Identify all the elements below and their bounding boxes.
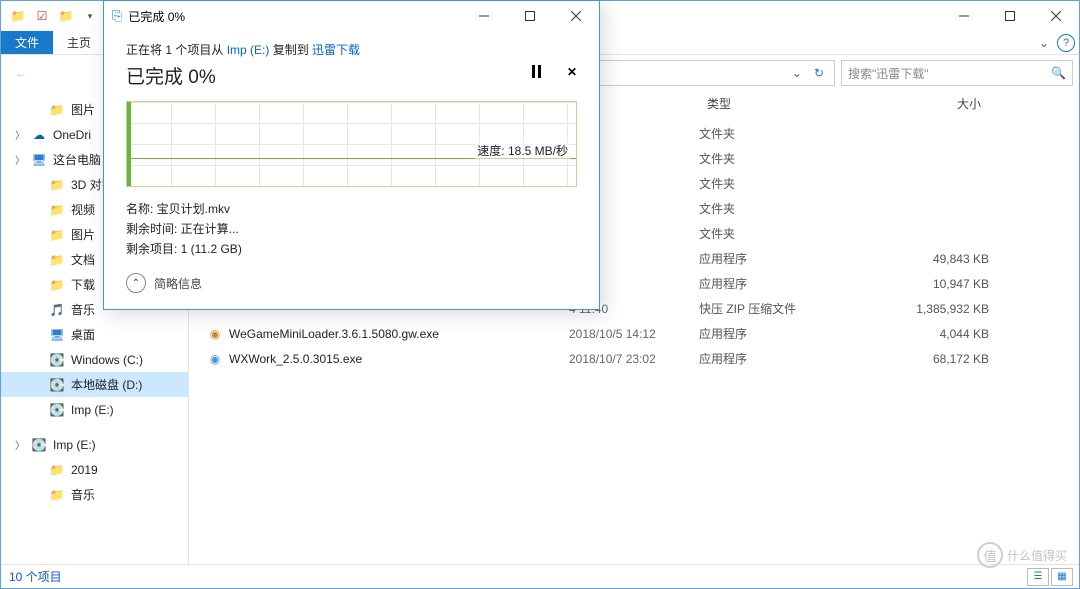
speed-graph: 速度: 18.5 MB/秒 (126, 101, 577, 187)
watermark-icon: 值 (977, 542, 1003, 568)
dialog-minimize-button[interactable] (461, 1, 507, 31)
speed-label: 速度: 18.5 MB/秒 (475, 142, 570, 159)
tree-item[interactable]: 📁音乐 (1, 482, 188, 507)
source-link[interactable]: Imp (E:) (227, 43, 270, 57)
dialog-titlebar[interactable]: ⎘ 已完成 0% (104, 1, 599, 31)
status-bar: 10 个项目 ☰ ▦ (1, 564, 1079, 588)
minimize-button[interactable] (941, 1, 987, 31)
time-remaining: 正在计算... (181, 222, 239, 236)
search-input[interactable]: 搜索"迅雷下载" 🔍 (841, 60, 1073, 86)
dialog-close-button[interactable] (553, 1, 599, 31)
tree-item[interactable]: 💽Windows (C:) (1, 347, 188, 372)
tree-item[interactable]: 🖥桌面 (1, 322, 188, 347)
maximize-button[interactable] (987, 1, 1033, 31)
list-row[interactable]: ◉WXWork_2.5.0.3015.exe2018/10/7 23:02应用程… (189, 346, 1079, 371)
copy-dialog: ⎘ 已完成 0% 正在将 1 个项目从 Imp (E:) 复制到 迅雷下载 已完… (103, 0, 600, 310)
qat-checkbox-icon[interactable]: ☑ (31, 5, 53, 27)
cancel-button[interactable]: ✕ (567, 65, 577, 81)
ribbon-tab-file[interactable]: 文件 (1, 31, 53, 54)
ribbon-tab-home[interactable]: 主页 (53, 31, 105, 54)
dialog-title: 已完成 0% (128, 8, 455, 25)
refresh-icon[interactable]: ↻ (808, 66, 830, 80)
close-button[interactable] (1033, 1, 1079, 31)
chevron-up-icon: ⌃ (126, 273, 146, 293)
folder-icon: 📁 (7, 5, 29, 27)
copy-description: 正在将 1 个项目从 Imp (E:) 复制到 迅雷下载 (126, 41, 577, 58)
address-dropdown-icon[interactable]: ⌄ (786, 66, 808, 80)
nav-back-button[interactable]: ← (7, 59, 35, 87)
column-type[interactable]: 类型 (699, 95, 839, 112)
watermark-text: 什么值得买 (1007, 547, 1067, 564)
view-details-button[interactable]: ☰ (1027, 568, 1049, 586)
search-placeholder: 搜索"迅雷下载" (848, 65, 1051, 82)
items-remaining: 1 (11.2 GB) (181, 242, 242, 256)
list-row[interactable]: ◉WeGameMiniLoader.3.6.1.5080.gw.exe2018/… (189, 321, 1079, 346)
dialog-maximize-button[interactable] (507, 1, 553, 31)
tree-item[interactable]: 💽本地磁盘 (D:) (1, 372, 188, 397)
copy-details: 名称: 宝贝计划.mkv 剩余时间: 正在计算... 剩余项目: 1 (11.2… (126, 199, 577, 259)
tree-item[interactable]: 💽Imp (E:) (1, 397, 188, 422)
copy-icon: ⎘ (112, 8, 122, 24)
file-name: 宝贝计划.mkv (157, 202, 230, 216)
view-icons-button[interactable]: ▦ (1051, 568, 1073, 586)
pause-button[interactable] (532, 65, 541, 81)
more-details-toggle[interactable]: ⌃ 简略信息 (126, 273, 577, 293)
qat-overflow-icon[interactable]: ▾ (79, 5, 101, 27)
tree-item[interactable]: 📁2019 (1, 457, 188, 482)
search-icon[interactable]: 🔍 (1051, 66, 1066, 80)
dest-link[interactable]: 迅雷下载 (312, 43, 360, 57)
tree-item[interactable]: 〉💽Imp (E:) (1, 432, 188, 457)
progress-text: 已完成 0% (126, 62, 577, 89)
watermark: 值 什么值得买 (977, 542, 1067, 568)
column-size[interactable]: 大小 (839, 95, 989, 112)
ribbon-expand-icon[interactable]: ⌄ (1039, 36, 1049, 50)
help-icon[interactable]: ? (1057, 34, 1075, 52)
qat-folder-icon[interactable]: 📁 (55, 5, 77, 27)
status-text: 10 个项目 (9, 568, 62, 585)
